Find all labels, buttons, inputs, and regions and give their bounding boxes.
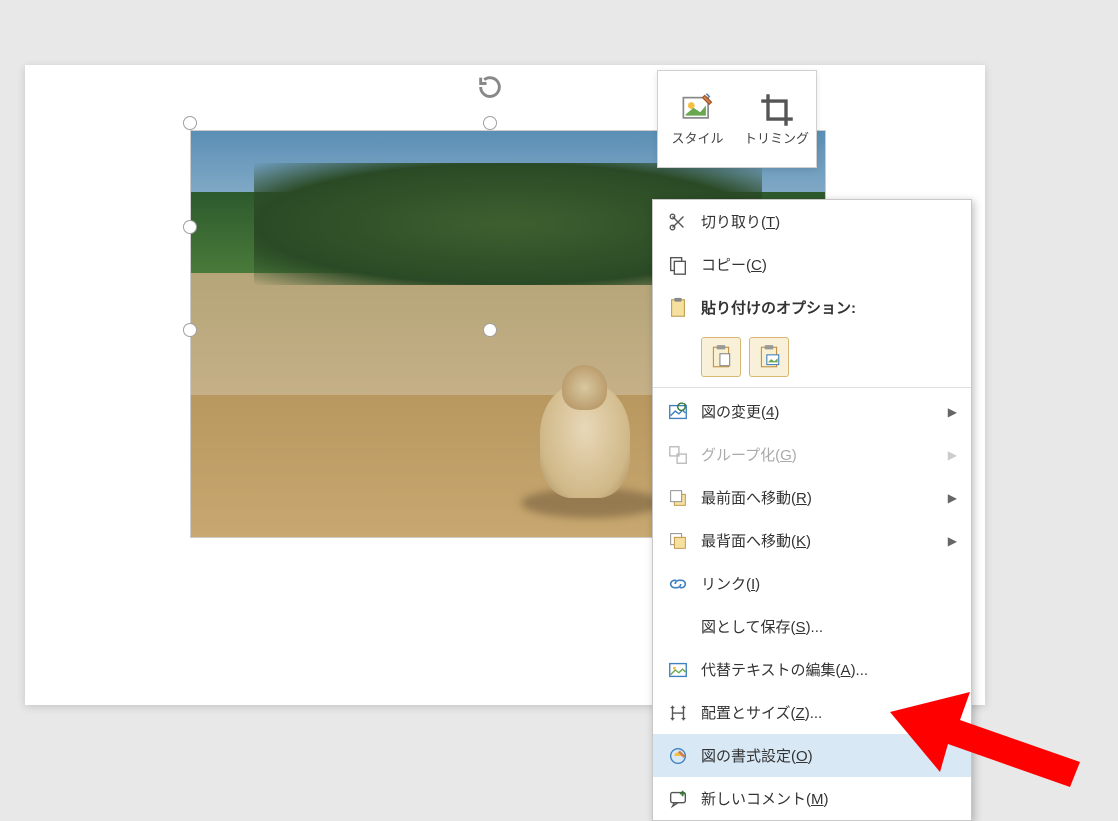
menu-new-comment-label: 新しいコメント(M) bbox=[695, 788, 963, 809]
size-position-icon bbox=[661, 702, 695, 724]
submenu-arrow-icon: ▶ bbox=[948, 491, 963, 505]
cut-icon bbox=[661, 211, 695, 233]
menu-size-position[interactable]: 配置とサイズ(Z)... bbox=[653, 691, 971, 734]
menu-separator bbox=[653, 387, 971, 388]
submenu-arrow-icon: ▶ bbox=[948, 448, 963, 462]
picture-style-icon bbox=[680, 92, 716, 128]
paste-option-picture[interactable] bbox=[749, 337, 789, 377]
menu-paste-options-label: 貼り付けのオプション: bbox=[695, 297, 963, 318]
link-icon bbox=[661, 573, 695, 595]
menu-send-back-label: 最背面へ移動(K) bbox=[695, 530, 948, 551]
alt-text-icon bbox=[661, 659, 695, 681]
crop-button[interactable]: トリミング bbox=[737, 71, 816, 167]
menu-link[interactable]: リンク(I) bbox=[653, 562, 971, 605]
menu-group: グループ化(G) ▶ bbox=[653, 433, 971, 476]
menu-cut[interactable]: 切り取り(T) bbox=[653, 200, 971, 243]
menu-alt-text-label: 代替テキストの編集(A)... bbox=[695, 659, 963, 680]
context-menu: 切り取り(T) コピー(C) 貼り付けのオプション: 図の変更(4) ▶ bbox=[652, 199, 972, 821]
submenu-arrow-icon: ▶ bbox=[948, 405, 963, 419]
style-label: スタイル bbox=[671, 132, 723, 147]
menu-group-label: グループ化(G) bbox=[695, 444, 948, 465]
crop-icon bbox=[759, 92, 795, 128]
mini-toolbar: スタイル トリミング bbox=[657, 70, 817, 168]
paste-option-keep-source[interactable] bbox=[701, 337, 741, 377]
menu-format-picture[interactable]: 図の書式設定(O) bbox=[653, 734, 971, 777]
menu-bring-front[interactable]: 最前面へ移動(R) ▶ bbox=[653, 476, 971, 519]
menu-size-position-label: 配置とサイズ(Z)... bbox=[695, 702, 963, 723]
menu-paste-options-header: 貼り付けのオプション: bbox=[653, 286, 971, 329]
paste-icon bbox=[661, 297, 695, 319]
submenu-arrow-icon: ▶ bbox=[948, 534, 963, 548]
menu-copy-label: コピー(C) bbox=[695, 254, 963, 275]
change-picture-icon bbox=[661, 401, 695, 423]
menu-cut-label: 切り取り(T) bbox=[695, 211, 963, 232]
menu-paste-options-row bbox=[653, 329, 971, 385]
style-button[interactable]: スタイル bbox=[658, 71, 737, 167]
paste-clipboard-icon bbox=[708, 344, 734, 370]
menu-new-comment[interactable]: 新しいコメント(M) bbox=[653, 777, 971, 820]
group-icon bbox=[661, 444, 695, 466]
menu-format-picture-label: 図の書式設定(O) bbox=[695, 745, 963, 766]
crop-label: トリミング bbox=[744, 132, 809, 147]
menu-copy[interactable]: コピー(C) bbox=[653, 243, 971, 286]
copy-icon bbox=[661, 254, 695, 276]
menu-change-picture-label: 図の変更(4) bbox=[695, 401, 948, 422]
menu-alt-text[interactable]: 代替テキストの編集(A)... bbox=[653, 648, 971, 691]
menu-send-back[interactable]: 最背面へ移動(K) ▶ bbox=[653, 519, 971, 562]
send-back-icon bbox=[661, 530, 695, 552]
menu-bring-front-label: 最前面へ移動(R) bbox=[695, 487, 948, 508]
menu-save-as-picture-label: 図として保存(S)... bbox=[695, 616, 963, 637]
menu-link-label: リンク(I) bbox=[695, 573, 963, 594]
menu-save-as-picture[interactable]: 図として保存(S)... bbox=[653, 605, 971, 648]
menu-change-picture[interactable]: 図の変更(4) ▶ bbox=[653, 390, 971, 433]
new-comment-icon bbox=[661, 788, 695, 810]
paste-picture-icon bbox=[756, 344, 782, 370]
image-sheep bbox=[540, 383, 630, 498]
format-picture-icon bbox=[661, 745, 695, 767]
bring-front-icon bbox=[661, 487, 695, 509]
